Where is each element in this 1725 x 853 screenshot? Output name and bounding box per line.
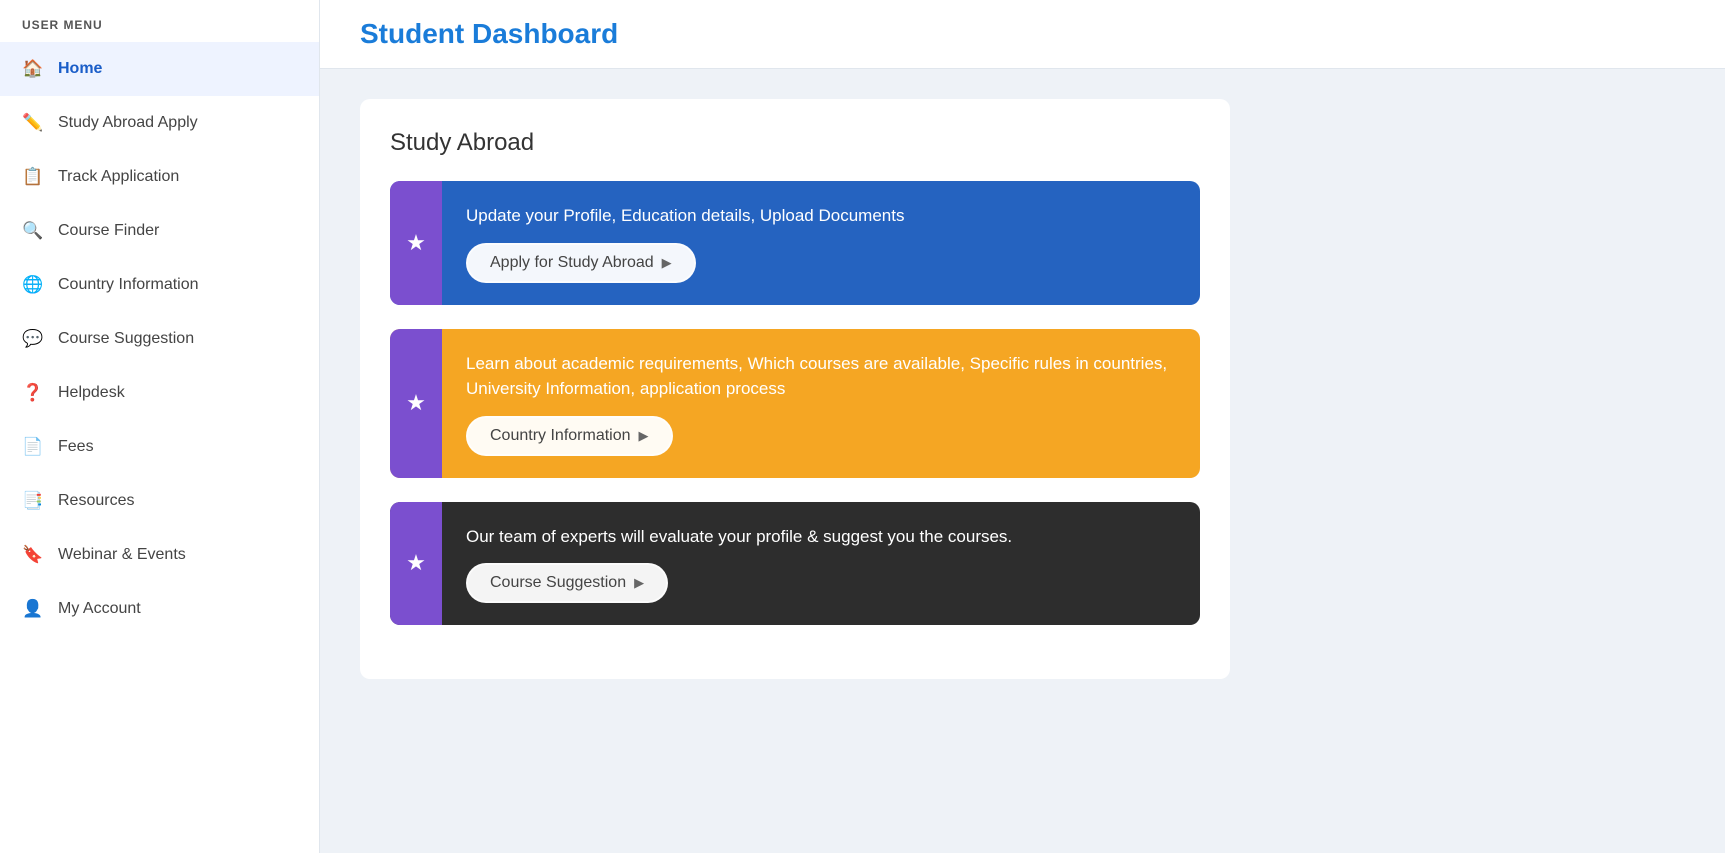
sidebar-item-my-account[interactable]: 👤 My Account: [0, 582, 319, 636]
country-star-icon: ★: [406, 390, 426, 416]
sidebar-item-label-account: My Account: [58, 600, 141, 618]
course-suggestion-button[interactable]: Course Suggestion ▶: [466, 563, 668, 603]
track-application-icon: 📋: [22, 166, 44, 188]
section-title: Study Abroad: [390, 129, 1200, 157]
sidebar: USER MENU 🏠 Home ✏️ Study Abroad Apply 📋…: [0, 0, 320, 853]
sidebar-item-course-finder[interactable]: 🔍 Course Finder: [0, 204, 319, 258]
webinar-events-icon: 🔖: [22, 544, 44, 566]
apply-card-accent: ★: [390, 181, 442, 305]
user-menu-label: USER MENU: [0, 0, 319, 42]
sidebar-item-course-suggestion[interactable]: 💬 Course Suggestion: [0, 312, 319, 366]
country-button-label: Country Information: [490, 427, 631, 445]
sidebar-item-label-country: Country Information: [58, 276, 199, 294]
suggestion-card-description: Our team of experts will evaluate your p…: [466, 524, 1176, 550]
sidebar-item-webinar-events[interactable]: 🔖 Webinar & Events: [0, 528, 319, 582]
main-header: Student Dashboard: [320, 0, 1725, 69]
apply-feature-card: ★ Update your Profile, Education details…: [390, 181, 1200, 305]
apply-button-arrow-icon: ▶: [662, 255, 672, 271]
sidebar-item-label-track: Track Application: [58, 168, 179, 186]
resources-icon: 📑: [22, 490, 44, 512]
sidebar-item-label-course-finder: Course Finder: [58, 222, 159, 240]
course-finder-icon: 🔍: [22, 220, 44, 242]
country-card-body: Learn about academic requirements, Which…: [442, 329, 1200, 478]
country-information-icon: 🌐: [22, 274, 44, 296]
country-card-description: Learn about academic requirements, Which…: [466, 351, 1176, 402]
apply-button-label: Apply for Study Abroad: [490, 254, 654, 272]
home-icon: 🏠: [22, 58, 44, 80]
sidebar-item-helpdesk[interactable]: ❓ Helpdesk: [0, 366, 319, 420]
fees-icon: 📄: [22, 436, 44, 458]
sidebar-item-label-resources: Resources: [58, 492, 134, 510]
apply-card-body: Update your Profile, Education details, …: [442, 181, 1200, 305]
suggestion-card-body: Our team of experts will evaluate your p…: [442, 502, 1200, 626]
sidebar-item-track-application[interactable]: 📋 Track Application: [0, 150, 319, 204]
sidebar-item-fees[interactable]: 📄 Fees: [0, 420, 319, 474]
sidebar-item-label-helpdesk: Helpdesk: [58, 384, 125, 402]
country-feature-card: ★ Learn about academic requirements, Whi…: [390, 329, 1200, 478]
apply-card-description: Update your Profile, Education details, …: [466, 203, 1176, 229]
suggestion-star-icon: ★: [406, 550, 426, 576]
sidebar-item-label-webinar: Webinar & Events: [58, 546, 186, 564]
sidebar-item-resources[interactable]: 📑 Resources: [0, 474, 319, 528]
suggestion-button-arrow-icon: ▶: [634, 575, 644, 591]
page-title: Student Dashboard: [360, 18, 1685, 50]
apply-star-icon: ★: [406, 230, 426, 256]
sidebar-item-home[interactable]: 🏠 Home: [0, 42, 319, 96]
my-account-icon: 👤: [22, 598, 44, 620]
suggestion-card-accent: ★: [390, 502, 442, 626]
suggestion-feature-card: ★ Our team of experts will evaluate your…: [390, 502, 1200, 626]
main-body: Study Abroad ★ Update your Profile, Educ…: [320, 69, 1725, 853]
sidebar-item-label-home: Home: [58, 60, 102, 78]
sidebar-item-label-suggestion: Course Suggestion: [58, 330, 194, 348]
sidebar-item-label-fees: Fees: [58, 438, 94, 456]
study-abroad-apply-icon: ✏️: [22, 112, 44, 134]
country-button-arrow-icon: ▶: [639, 428, 649, 444]
sidebar-nav: 🏠 Home ✏️ Study Abroad Apply 📋 Track App…: [0, 42, 319, 853]
main-content: Student Dashboard Study Abroad ★ Update …: [320, 0, 1725, 853]
helpdesk-icon: ❓: [22, 382, 44, 404]
course-suggestion-icon: 💬: [22, 328, 44, 350]
dashboard-card: Study Abroad ★ Update your Profile, Educ…: [360, 99, 1230, 679]
country-information-button[interactable]: Country Information ▶: [466, 416, 673, 456]
suggestion-button-label: Course Suggestion: [490, 574, 626, 592]
sidebar-item-study-abroad-apply[interactable]: ✏️ Study Abroad Apply: [0, 96, 319, 150]
sidebar-item-label-study-abroad: Study Abroad Apply: [58, 114, 198, 132]
country-card-accent: ★: [390, 329, 442, 478]
sidebar-item-country-information[interactable]: 🌐 Country Information: [0, 258, 319, 312]
apply-study-abroad-button[interactable]: Apply for Study Abroad ▶: [466, 243, 696, 283]
